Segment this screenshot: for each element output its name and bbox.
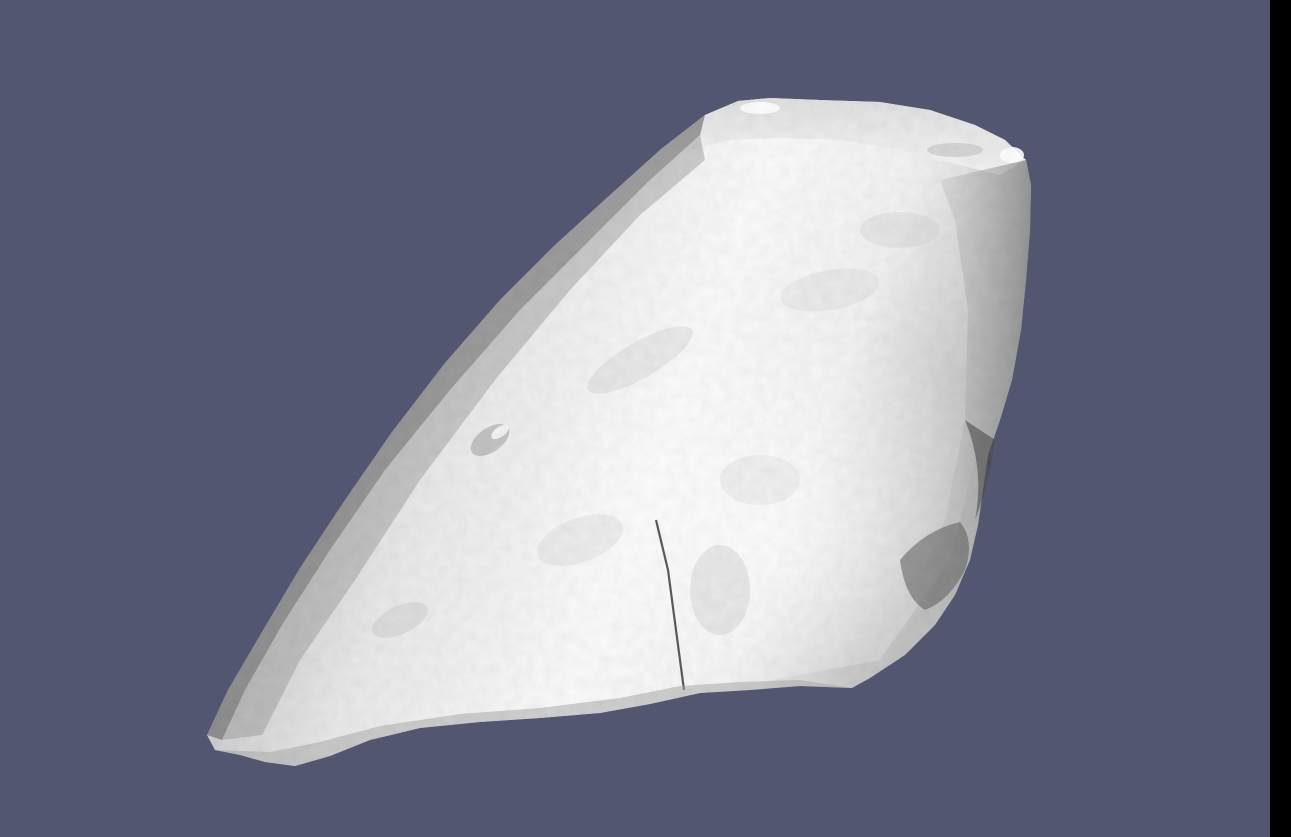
viewer-window	[0, 0, 1291, 837]
render-viewport[interactable]	[0, 0, 1270, 837]
viewport-canvas[interactable]	[0, 0, 1270, 837]
viewport-edge-strip	[1270, 0, 1291, 837]
